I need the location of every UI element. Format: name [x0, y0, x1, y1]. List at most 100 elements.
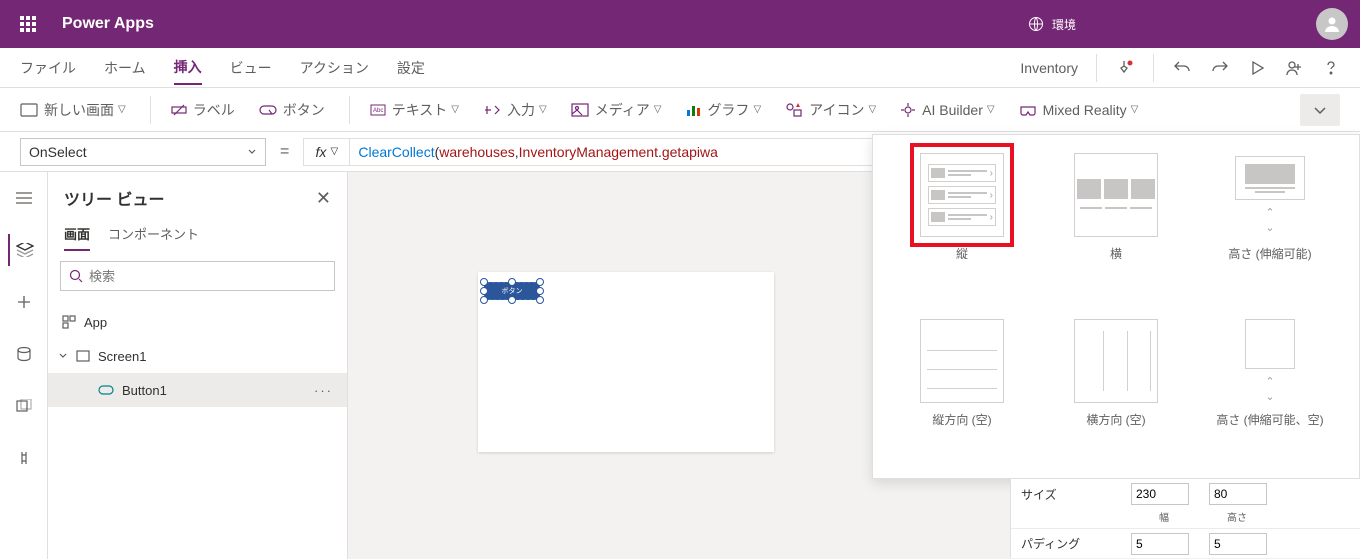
prop-padding-label: パディング [1021, 535, 1131, 552]
ribbon-icon[interactable]: アイコン▽ [785, 100, 876, 120]
properties-panel: サイズ 幅 高さ パディング [1010, 478, 1360, 558]
ribbon-button-text: ボタン [283, 100, 325, 120]
tree-view-title: ツリー ビュー [64, 186, 164, 210]
close-icon[interactable]: ✕ [316, 188, 331, 209]
gallery-horizontal[interactable]: 横 [1039, 153, 1193, 295]
gallery-blank-vertical[interactable]: 縦方向 (空) [885, 319, 1039, 461]
play-icon[interactable] [1248, 59, 1266, 77]
gallery-blank-flex-icon: ⌃⌄ [1228, 319, 1312, 403]
tree-search-input[interactable] [89, 269, 326, 284]
gallery-dropdown: › › › 縦 横 ⌃⌄ 高さ (伸縮可能) 縦方向 (空) 横方向 (空) [872, 134, 1360, 479]
more-icon[interactable]: ··· [314, 383, 333, 398]
gallery-flexible-height[interactable]: ⌃⌄ 高さ (伸縮可能) [1193, 153, 1347, 295]
menu-action[interactable]: アクション [300, 52, 369, 84]
gallery-blank-flex-label: 高さ (伸縮可能、空) [1216, 413, 1323, 429]
chevron-down-icon [247, 147, 257, 157]
chart-icon [685, 103, 701, 117]
svg-text:Abc: Abc [373, 108, 383, 114]
prop-width-input[interactable] [1131, 483, 1189, 505]
property-selected: OnSelect [29, 144, 87, 160]
menu-settings[interactable]: 設定 [397, 52, 425, 84]
tree-search[interactable] [60, 261, 335, 291]
shapes-icon [785, 102, 803, 118]
button-icon [259, 103, 277, 117]
tree-node-app[interactable]: App [48, 305, 347, 339]
ribbon-input-label: 入力 [507, 100, 535, 120]
ribbon-expand-button[interactable] [1300, 94, 1340, 126]
tab-screens[interactable]: 画面 [64, 218, 90, 251]
gallery-horizontal-label: 横 [1110, 247, 1122, 263]
tree-node-button1[interactable]: Button1 ··· [48, 373, 347, 407]
gallery-horizontal-icon [1074, 153, 1158, 237]
redo-icon[interactable] [1210, 58, 1230, 78]
left-rail [0, 172, 48, 559]
environment-picker[interactable]: 環境 [1028, 16, 1076, 33]
design-canvas[interactable]: ボタン [478, 272, 774, 452]
canvas-button-label: ボタン [502, 286, 523, 296]
help-icon[interactable] [1322, 59, 1340, 77]
tree-node-screen1[interactable]: Screen1 [48, 339, 347, 373]
tree-view-panel: ツリー ビュー ✕ 画面 コンポーネント App Screen1 Button1 [48, 172, 348, 559]
gallery-blank-horizontal[interactable]: 横方向 (空) [1039, 319, 1193, 461]
gallery-blank-h-label: 横方向 (空) [1086, 413, 1145, 429]
screen-icon [20, 103, 38, 117]
ribbon-new-screen[interactable]: 新しい画面▽ [20, 100, 126, 120]
equals-sign: = [280, 143, 289, 161]
rail-tree-icon[interactable] [8, 234, 40, 266]
menu-view[interactable]: ビュー [230, 52, 272, 84]
ribbon-icon-label: アイコン [809, 100, 864, 120]
canvas-button-control[interactable]: ボタン [484, 282, 540, 300]
app-icon [62, 315, 76, 329]
health-icon[interactable] [1115, 58, 1135, 78]
undo-icon[interactable] [1172, 58, 1192, 78]
gallery-vertical[interactable]: › › › 縦 [885, 153, 1039, 295]
ribbon-chart-label: グラフ [707, 100, 749, 120]
tab-components[interactable]: コンポーネント [108, 218, 199, 251]
ribbon-text-label: テキスト [392, 100, 448, 120]
ribbon-ai-builder[interactable]: AI Builder▽ [900, 102, 994, 118]
prop-padding-bottom-input[interactable] [1209, 533, 1267, 555]
gallery-vertical-icon: › › › [920, 153, 1004, 237]
ribbon-media-label: メディア [595, 100, 650, 120]
prop-size-label: サイズ [1021, 486, 1131, 503]
ribbon-label-text: ラベル [193, 100, 235, 120]
ribbon-input[interactable]: 入力▽ [483, 100, 547, 120]
user-avatar[interactable] [1316, 8, 1348, 40]
menu-file[interactable]: ファイル [20, 52, 76, 84]
app-launcher-icon[interactable] [12, 8, 44, 40]
ribbon-new-screen-label: 新しい画面 [44, 100, 114, 120]
prop-padding-top-input[interactable] [1131, 533, 1189, 555]
ribbon-mixed-reality[interactable]: Mixed Reality▽ [1019, 102, 1139, 118]
search-icon [69, 269, 83, 283]
ribbon-chart[interactable]: グラフ▽ [685, 100, 761, 120]
gallery-blank-flexible[interactable]: ⌃⌄ 高さ (伸縮可能、空) [1193, 319, 1347, 461]
menu-insert[interactable]: 挿入 [174, 51, 202, 85]
text-icon: Abc [370, 104, 386, 116]
rail-media-icon[interactable] [8, 390, 40, 422]
property-dropdown[interactable]: OnSelect [20, 138, 266, 166]
ribbon-button[interactable]: ボタン [259, 100, 325, 120]
fx-button[interactable]: fx▽ [303, 138, 349, 166]
ribbon-mr-label: Mixed Reality [1043, 102, 1127, 118]
environment-label: 環境 [1052, 16, 1076, 33]
insert-ribbon: 新しい画面▽ ラベル ボタン Abc テキスト▽ 入力▽ メディア▽ グラフ▽ … [0, 88, 1360, 132]
menu-bar: ファイル ホーム 挿入 ビュー アクション 設定 Inventory [0, 48, 1360, 88]
share-icon[interactable] [1284, 58, 1304, 78]
app-name[interactable]: Inventory [1020, 60, 1078, 76]
ribbon-label[interactable]: ラベル [171, 100, 235, 120]
button-icon [98, 384, 114, 396]
rail-hamburger-icon[interactable] [8, 182, 40, 214]
menu-home[interactable]: ホーム [104, 52, 146, 84]
ribbon-media[interactable]: メディア▽ [571, 100, 662, 120]
prop-height-input[interactable] [1209, 483, 1267, 505]
rail-insert-icon[interactable] [8, 286, 40, 318]
rail-tools-icon[interactable] [8, 442, 40, 474]
rail-data-icon[interactable] [8, 338, 40, 370]
ribbon-text[interactable]: Abc テキスト▽ [370, 100, 459, 120]
input-icon [483, 103, 501, 117]
tree-node-screen1-label: Screen1 [98, 349, 146, 364]
label-icon [171, 102, 187, 118]
tree-node-button1-label: Button1 [122, 383, 167, 398]
global-header: Power Apps 環境 [0, 0, 1360, 48]
chevron-down-icon [58, 351, 68, 361]
